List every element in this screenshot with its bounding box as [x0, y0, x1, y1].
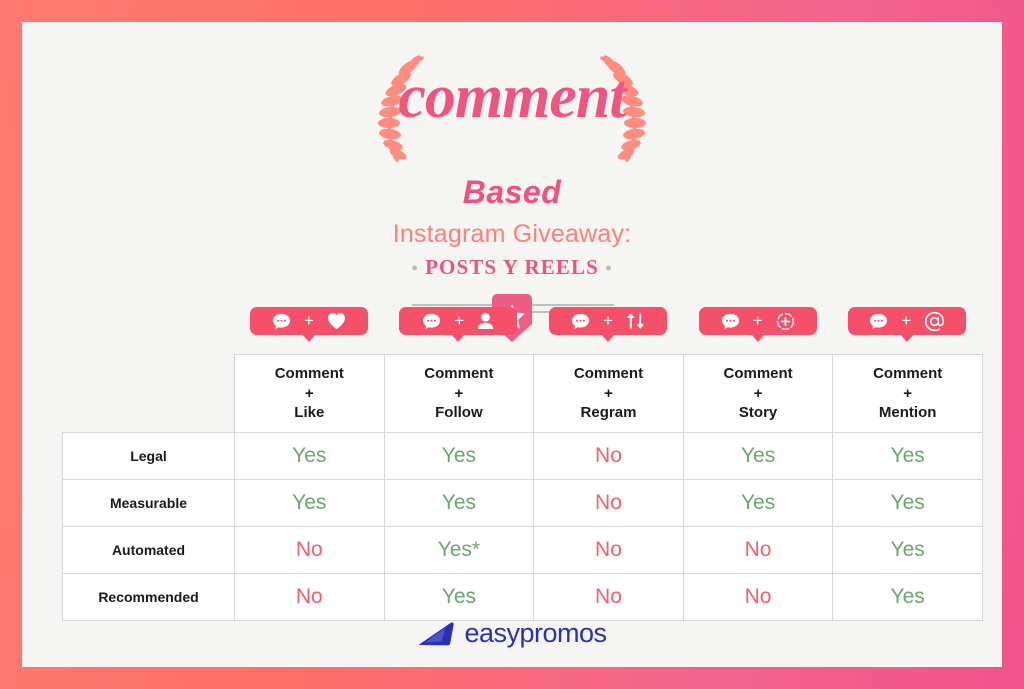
column-header-plus: +	[604, 384, 613, 402]
at-mention-icon	[925, 311, 945, 331]
badge-cell-story: +	[683, 307, 833, 342]
title-sub-word: Based	[462, 174, 562, 210]
cell-legal-mention: Yes	[832, 432, 983, 480]
easypromos-logo[interactable]: easypromos	[22, 618, 1002, 649]
cell-measurable-mention: Yes	[832, 479, 983, 527]
table-row: Recommended No Yes No No Yes	[62, 573, 983, 621]
badge-cell-mention: +	[832, 307, 982, 342]
cell-measurable-like: Yes	[234, 479, 385, 527]
cell-recommended-like: No	[234, 573, 385, 621]
table-header-row: Comment + Like Comment + Follow Comment …	[63, 354, 983, 433]
cell-measurable-follow: Yes	[383, 479, 535, 527]
column-header-follow: Comment + Follow	[383, 354, 535, 433]
comparison-table: Comment + Like Comment + Follow Comment …	[62, 354, 983, 621]
title-posts-line: • POSTS Y REELS •	[22, 255, 1002, 280]
title-giveaway-line: Instagram Giveaway:	[392, 220, 632, 248]
badge-cell-follow: +	[384, 307, 534, 342]
cell-recommended-story: No	[682, 573, 834, 621]
heart-icon	[327, 312, 345, 330]
column-header-line3: Follow	[435, 404, 483, 422]
comment-bubble-icon	[870, 313, 888, 329]
cell-automated-follow: Yes*	[383, 526, 535, 574]
infographic-frame: comment Based Instagram Giveaway: • POST…	[0, 0, 1024, 689]
column-header-plus: +	[454, 384, 464, 402]
cell-legal-follow: Yes	[383, 432, 535, 480]
easypromos-wing-mark-icon	[418, 621, 455, 645]
badge-row: + + + + +	[234, 307, 982, 342]
column-header-line3: Regram	[580, 404, 637, 422]
badge-plus-sign: +	[303, 310, 314, 330]
repost-icon	[626, 313, 644, 329]
badge-plus-sign: +	[603, 310, 613, 330]
comment-bubble-icon	[423, 313, 441, 329]
comment-bubble-icon	[272, 313, 290, 329]
column-header-line3: Story	[738, 404, 778, 422]
cell-recommended-regram: No	[533, 573, 684, 621]
comment-bubble-icon	[721, 313, 739, 329]
column-header-plus: +	[753, 384, 763, 402]
cell-measurable-regram: No	[533, 479, 684, 527]
comment-follow-badge[interactable]: +	[399, 307, 518, 342]
table-row: Legal Yes Yes No Yes Yes	[62, 432, 983, 480]
column-header-story: Comment + Story	[682, 354, 834, 433]
column-header-line1: Comment	[723, 364, 793, 382]
comparison-table-wrap: Comment + Like Comment + Follow Comment …	[62, 354, 983, 621]
cell-measurable-story: Yes	[682, 479, 834, 527]
cell-automated-mention: Yes	[832, 526, 983, 574]
cell-legal-story: Yes	[682, 432, 834, 480]
cell-legal-like: Yes	[234, 432, 385, 480]
title-wreath-row: comment	[22, 52, 1002, 170]
comment-story-badge[interactable]: +	[698, 307, 817, 342]
comment-bubble-icon	[571, 313, 590, 329]
bullet-right-icon: •	[605, 258, 613, 278]
badge-cell-like: +	[234, 307, 384, 342]
title-posts-text: POSTS Y REELS	[425, 255, 599, 279]
badge-plus-sign: +	[901, 310, 912, 330]
comment-regram-badge[interactable]: +	[548, 307, 667, 342]
comment-mention-badge[interactable]: +	[848, 307, 967, 342]
infographic-canvas: comment Based Instagram Giveaway: • POST…	[22, 22, 1002, 667]
column-header-line1: Comment	[274, 364, 344, 382]
cell-recommended-mention: Yes	[832, 573, 983, 621]
story-add-icon	[776, 312, 794, 330]
badge-plus-sign: +	[752, 310, 763, 330]
title-block: comment Based Instagram Giveaway: • POST…	[22, 52, 1002, 346]
badge-cell-regram: +	[533, 307, 683, 342]
bullet-left-icon: •	[411, 258, 419, 278]
cell-automated-story: No	[682, 526, 834, 574]
row-header-automated: Automated	[62, 526, 235, 574]
column-header-line1: Comment	[573, 364, 644, 382]
column-header-line1: Comment	[424, 364, 494, 382]
column-header-line3: Mention	[878, 404, 937, 422]
cell-legal-regram: No	[533, 432, 684, 480]
cell-recommended-follow: Yes	[383, 573, 535, 621]
table-row: Measurable Yes Yes No Yes Yes	[62, 479, 983, 527]
row-header-measurable: Measurable	[62, 479, 235, 527]
table-row: Automated No Yes* No No Yes	[62, 526, 983, 574]
table-corner-cell	[63, 355, 235, 433]
cell-automated-like: No	[234, 526, 385, 574]
comment-like-badge[interactable]: +	[249, 307, 368, 342]
easypromos-brand-text: easypromos	[464, 618, 607, 648]
column-header-regram: Comment + Regram	[533, 354, 684, 433]
column-header-plus: +	[903, 384, 913, 402]
column-header-plus: +	[304, 384, 314, 402]
cell-automated-regram: No	[533, 526, 684, 574]
person-icon	[478, 312, 494, 330]
column-header-like: Comment + Like	[234, 354, 385, 433]
badge-plus-sign: +	[454, 310, 465, 330]
column-header-mention: Comment + Mention	[832, 354, 983, 433]
column-header-line1: Comment	[873, 364, 943, 382]
column-header-line3: Like	[294, 404, 325, 422]
title-main-word: comment	[398, 63, 626, 131]
row-header-recommended: Recommended	[62, 573, 235, 621]
row-header-legal: Legal	[62, 432, 235, 480]
